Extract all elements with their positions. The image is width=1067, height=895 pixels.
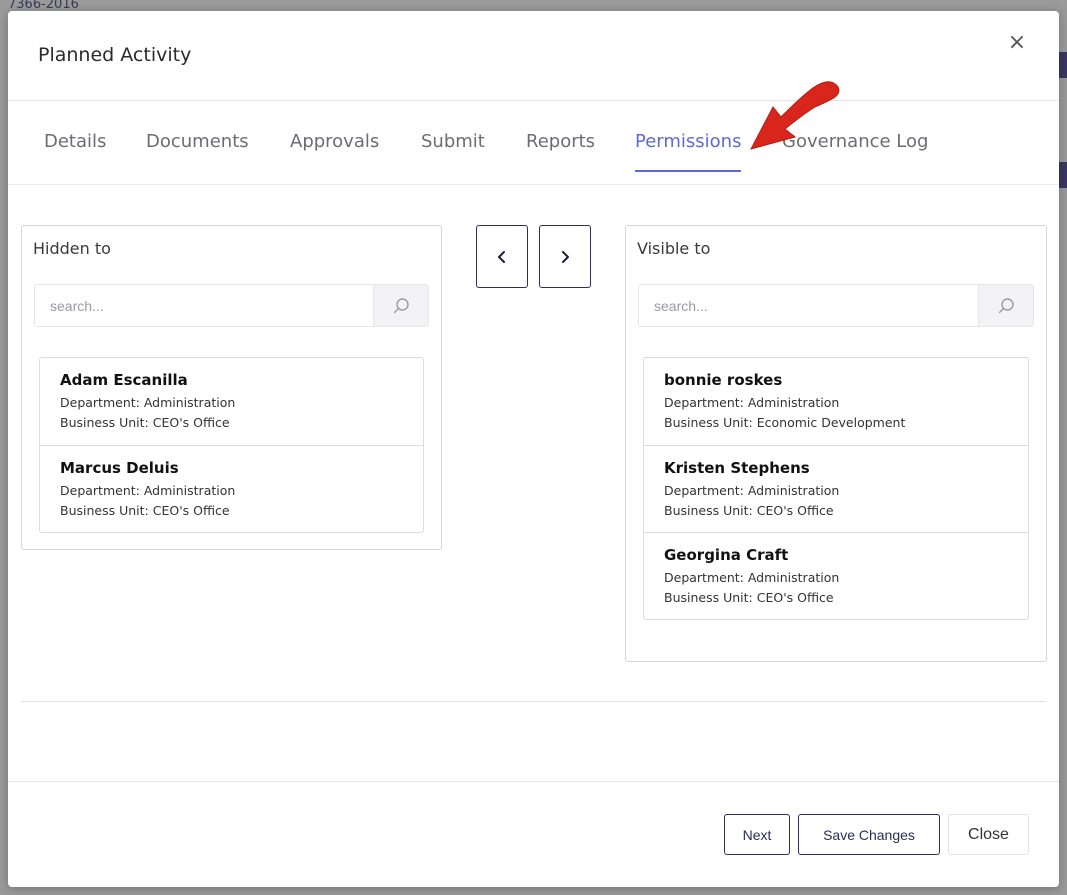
hidden-to-title: Hidden to	[33, 239, 111, 258]
search-icon	[998, 297, 1014, 313]
footer-divider	[8, 781, 1059, 782]
close-icon[interactable]: ×	[1005, 31, 1029, 55]
visible-search-input[interactable]	[639, 285, 978, 326]
user-department: Department: Administration	[664, 570, 840, 585]
list-item[interactable]: bonnie roskes Department: Administration…	[644, 358, 1028, 445]
planned-activity-modal: Planned Activity × Details Documents App…	[8, 11, 1059, 887]
chevron-left-icon	[498, 250, 505, 263]
background-accent-strip	[1058, 162, 1067, 188]
tab-details[interactable]: Details	[44, 131, 106, 170]
visible-to-panel: Visible to bonnie roskes Department: Adm…	[625, 225, 1047, 662]
list-item[interactable]: Marcus Deluis Department: Administration…	[40, 445, 423, 532]
tab-submit[interactable]: Submit	[421, 131, 485, 170]
user-department: Department: Administration	[60, 483, 236, 498]
list-item[interactable]: Adam Escanilla Department: Administratio…	[40, 358, 423, 445]
tab-bar: Details Documents Approvals Submit Repor…	[8, 101, 1059, 185]
user-name: Kristen Stephens	[664, 459, 810, 477]
tab-approvals[interactable]: Approvals	[290, 131, 379, 170]
hidden-search-button[interactable]	[373, 285, 428, 326]
user-department: Department: Administration	[60, 395, 236, 410]
move-right-button[interactable]	[539, 225, 591, 288]
annotation-arrow-icon	[750, 81, 840, 150]
user-business-unit: Business Unit: Economic Development	[664, 415, 906, 430]
visible-search-box	[638, 284, 1034, 327]
list-item[interactable]: Georgina Craft Department: Administratio…	[644, 532, 1028, 619]
user-business-unit: Business Unit: CEO's Office	[60, 503, 230, 518]
modal-header: Planned Activity ×	[8, 11, 1059, 101]
user-business-unit: Business Unit: CEO's Office	[664, 503, 834, 518]
user-business-unit: Business Unit: CEO's Office	[664, 590, 834, 605]
visible-to-title: Visible to	[637, 239, 711, 258]
visible-search-button[interactable]	[978, 285, 1033, 326]
hidden-to-panel: Hidden to Adam Escanilla Department: Adm…	[21, 225, 442, 550]
user-name: Adam Escanilla	[60, 371, 188, 389]
list-item[interactable]: Kristen Stephens Department: Administrat…	[644, 445, 1028, 532]
user-name: Marcus Deluis	[60, 459, 179, 477]
background-accent-strip	[1058, 52, 1067, 78]
modal-title: Planned Activity	[38, 44, 192, 66]
user-department: Department: Administration	[664, 483, 840, 498]
hidden-user-list: Adam Escanilla Department: Administratio…	[39, 357, 424, 533]
user-business-unit: Business Unit: CEO's Office	[60, 415, 230, 430]
hidden-search-input[interactable]	[35, 285, 373, 326]
hidden-search-box	[34, 284, 429, 327]
user-name: Georgina Craft	[664, 546, 789, 564]
close-button[interactable]: Close	[948, 814, 1029, 855]
background-fragment: 7366-2016	[8, 0, 79, 10]
next-button[interactable]: Next	[724, 814, 790, 855]
user-name: bonnie roskes	[664, 371, 783, 389]
move-left-button[interactable]	[476, 225, 528, 288]
tab-permissions[interactable]: Permissions	[635, 131, 742, 172]
tab-reports[interactable]: Reports	[526, 131, 595, 170]
visible-user-list: bonnie roskes Department: Administration…	[643, 357, 1029, 620]
chevron-right-icon	[562, 250, 569, 263]
tab-documents[interactable]: Documents	[146, 131, 249, 170]
user-department: Department: Administration	[664, 395, 840, 410]
search-icon	[393, 297, 409, 313]
content-divider	[21, 701, 1046, 702]
save-changes-button[interactable]: Save Changes	[798, 814, 940, 855]
